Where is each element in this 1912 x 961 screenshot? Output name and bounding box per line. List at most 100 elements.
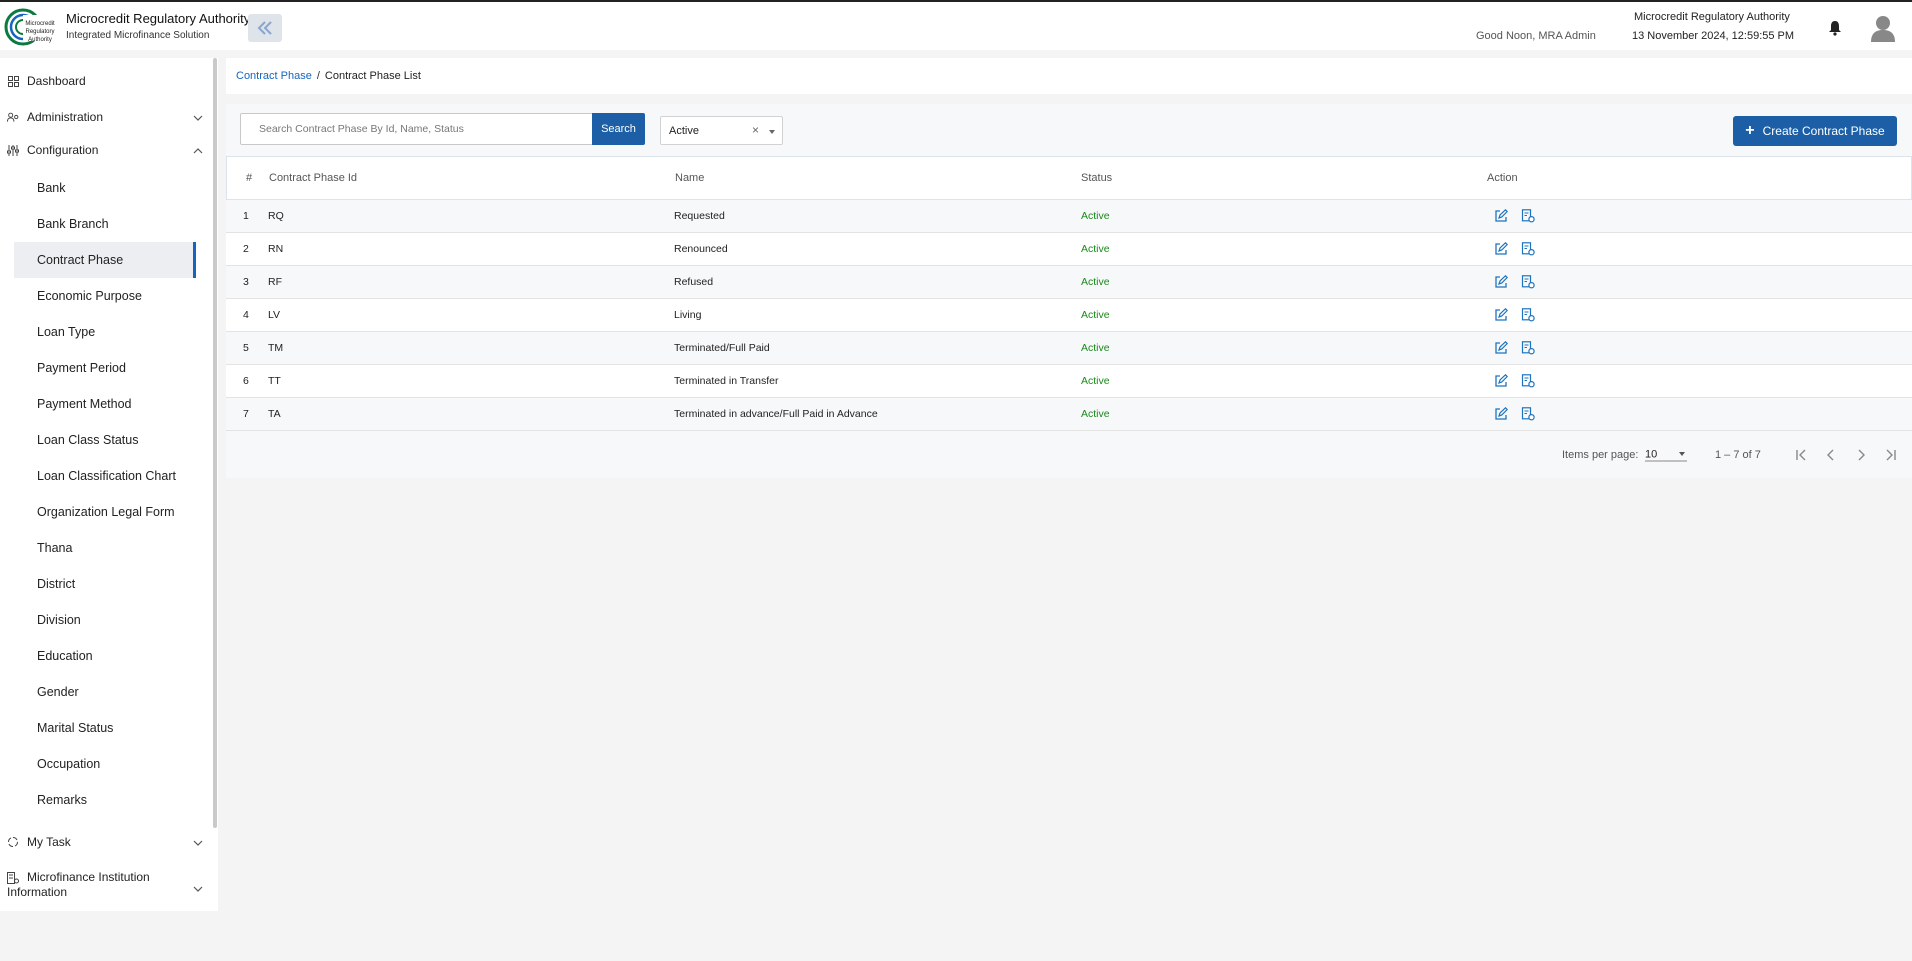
status-filter-value: Active	[669, 124, 699, 137]
cell-index: 5	[243, 342, 249, 354]
sidebar-subitem-occupation[interactable]: Occupation	[14, 746, 196, 782]
view-details-icon[interactable]	[1521, 374, 1535, 388]
sidebar-toggle-button[interactable]	[248, 14, 282, 42]
sidebar-subitem-contract-phase[interactable]: Contract Phase	[14, 242, 196, 278]
table-row[interactable]: 4 LV Living Active	[226, 299, 1912, 332]
search-input[interactable]: Search Contract Phase By Id, Name, Statu…	[240, 113, 593, 145]
sidebar-scrollbar[interactable]	[213, 58, 217, 828]
cell-index: 6	[243, 375, 249, 387]
contract-phase-list-panel: Search Contract Phase By Id, Name, Statu…	[226, 104, 1912, 478]
edit-icon[interactable]	[1494, 308, 1508, 322]
sidebar-subitem-district[interactable]: District	[14, 566, 196, 602]
sidebar-subitem-remarks[interactable]: Remarks	[14, 782, 196, 818]
chevron-down-icon	[193, 881, 203, 896]
breadcrumb-link-contract-phase[interactable]: Contract Phase	[236, 70, 312, 82]
edit-icon[interactable]	[1494, 341, 1508, 355]
search-button[interactable]: Search	[592, 113, 645, 145]
breadcrumb-current: Contract Phase List	[324, 70, 421, 82]
sidebar-subitem-education[interactable]: Education	[14, 638, 196, 674]
table-row[interactable]: 1 RQ Requested Active	[226, 200, 1912, 233]
page-size-caret-icon[interactable]	[1679, 452, 1685, 456]
sidebar-subitem-organization-legal-form[interactable]: Organization Legal Form	[14, 494, 196, 530]
status-filter-select[interactable]: Active ×	[660, 116, 783, 145]
cell-status: Active	[1081, 210, 1110, 222]
view-details-icon[interactable]	[1521, 308, 1535, 322]
sidebar-subitem-label: Economic Purpose	[37, 289, 142, 303]
table-row[interactable]: 6 TT Terminated in Transfer Active	[226, 365, 1912, 398]
edit-icon[interactable]	[1494, 275, 1508, 289]
sidebar-item-dashboard[interactable]: Dashboard	[0, 72, 210, 90]
table-row[interactable]: 7 TA Terminated in advance/Full Paid in …	[226, 398, 1912, 431]
column-header-id[interactable]: Contract Phase Id	[269, 172, 357, 184]
edit-icon[interactable]	[1494, 407, 1508, 421]
column-header-name[interactable]: Name	[675, 172, 704, 184]
sidebar-subitem-gender[interactable]: Gender	[14, 674, 196, 710]
breadcrumb-separator: /	[316, 70, 320, 82]
sidebar-subitem-label: Payment Method	[37, 397, 132, 411]
notification-button[interactable]	[1828, 20, 1842, 39]
next-page-icon[interactable]	[1853, 447, 1869, 463]
edit-icon[interactable]	[1494, 242, 1508, 256]
sidebar-item-label: Microfinance Institution	[27, 870, 150, 884]
view-details-icon[interactable]	[1521, 242, 1535, 256]
table-row[interactable]: 2 RN Renounced Active	[226, 233, 1912, 266]
sidebar-subitem-loan-class-status[interactable]: Loan Class Status	[14, 422, 196, 458]
sidebar-subitem-division[interactable]: Division	[14, 602, 196, 638]
sidebar-subitem-payment-method[interactable]: Payment Method	[14, 386, 196, 422]
dropdown-caret-icon[interactable]	[769, 130, 775, 134]
column-header-status[interactable]: Status	[1081, 172, 1112, 184]
sidebar-subitem-label: Education	[37, 649, 93, 663]
first-page-icon[interactable]	[1793, 447, 1809, 463]
cell-index: 2	[243, 243, 249, 255]
edit-icon[interactable]	[1494, 374, 1508, 388]
sidebar-subitem-label: Division	[37, 613, 81, 627]
sidebar-item-mfi-information[interactable]: Microfinance Institution Information	[0, 870, 210, 900]
user-avatar-icon	[1871, 16, 1895, 42]
header-org-name: Microcredit Regulatory Authority	[1634, 11, 1790, 23]
sidebar-subitem-payment-period[interactable]: Payment Period	[14, 350, 196, 386]
brand-block: Microcredit Regulatory Authority Integra…	[66, 11, 250, 41]
sidebar-item-label: Configuration	[27, 143, 99, 157]
view-details-icon[interactable]	[1521, 275, 1535, 289]
sidebar-item-administration[interactable]: Administration	[0, 108, 210, 126]
sidebar-subitem-label: Marital Status	[37, 721, 114, 735]
sidebar-subitem-label: Loan Class Status	[37, 433, 139, 447]
sidebar-subitem-label: Bank Branch	[37, 217, 109, 231]
sidebar-subitem-loan-classification-chart[interactable]: Loan Classification Chart	[14, 458, 196, 494]
cell-id: RF	[268, 276, 282, 288]
sidebar-subitem-economic-purpose[interactable]: Economic Purpose	[14, 278, 196, 314]
breadcrumb: Contract Phase / Contract Phase List	[226, 58, 1912, 94]
sidebar-item-label: Administration	[27, 110, 104, 124]
paginator: Items per page: 10 1 – 7 of 7	[226, 431, 1912, 478]
edit-icon[interactable]	[1494, 209, 1508, 223]
last-page-icon[interactable]	[1883, 447, 1899, 463]
sidebar-subitem-label: Occupation	[37, 757, 101, 771]
cell-index: 3	[243, 276, 249, 288]
dashboard-grid-icon	[7, 75, 19, 87]
sidebar-subitem-label: Contract Phase	[37, 253, 124, 267]
cell-status: Active	[1081, 276, 1110, 288]
user-avatar-button[interactable]	[1870, 14, 1896, 42]
create-contract-phase-button[interactable]: + Create Contract Phase	[1733, 116, 1897, 146]
sidebar-subitem-bank[interactable]: Bank	[14, 170, 196, 206]
cell-id: TA	[268, 408, 281, 420]
view-details-icon[interactable]	[1521, 407, 1535, 421]
sidebar-item-my-task[interactable]: My Task	[0, 833, 210, 851]
sidebar-subitem-marital-status[interactable]: Marital Status	[14, 710, 196, 746]
sidebar-subitem-thana[interactable]: Thana	[14, 530, 196, 566]
sidebar-subitem-bank-branch[interactable]: Bank Branch	[14, 206, 196, 242]
greeting-text: Good Noon, MRA Admin	[1476, 30, 1596, 42]
items-per-page-label: Items per page:	[1562, 448, 1639, 461]
clear-filter-icon[interactable]: ×	[752, 123, 759, 137]
view-details-icon[interactable]	[1521, 341, 1535, 355]
previous-page-icon[interactable]	[1823, 447, 1839, 463]
sliders-icon	[7, 144, 19, 156]
table-row[interactable]: 3 RF Refused Active	[226, 266, 1912, 299]
chevron-down-icon	[193, 835, 203, 849]
sidebar-subitem-label: Organization Legal Form	[37, 505, 175, 519]
org-subtitle: Integrated Microfinance Solution	[66, 30, 210, 41]
table-row[interactable]: 5 TM Terminated/Full Paid Active	[226, 332, 1912, 365]
sidebar-item-configuration[interactable]: Configuration	[0, 141, 210, 159]
view-details-icon[interactable]	[1521, 209, 1535, 223]
sidebar-subitem-loan-type[interactable]: Loan Type	[14, 314, 196, 350]
